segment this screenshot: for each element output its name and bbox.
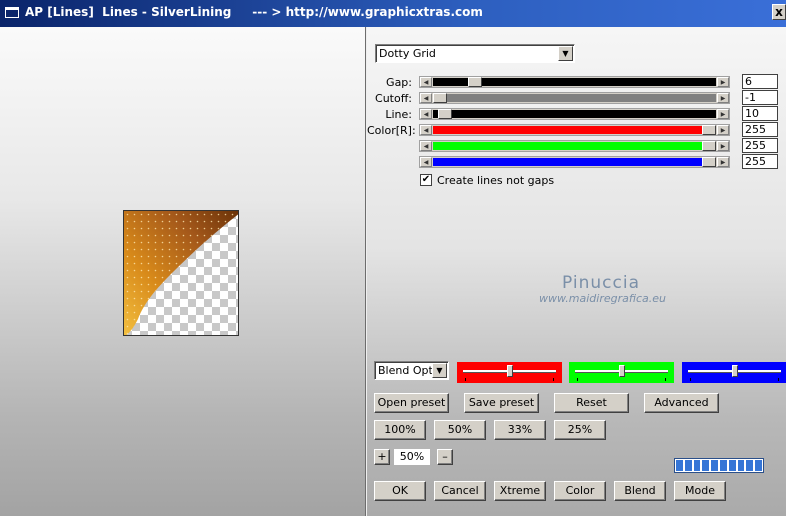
scroll-right-icon[interactable]: ▶ <box>717 77 729 87</box>
ok-button[interactable]: OK <box>374 481 426 501</box>
slider-knob[interactable] <box>438 109 452 119</box>
slider-label-line: Line: <box>385 108 412 121</box>
slider-fill <box>433 158 716 166</box>
slider-blue[interactable]: ◀ ▶ <box>419 156 730 168</box>
controls-panel: Dotty Grid ▼ Gap: ◀ ▶ 6 Cutoff: ◀ ▶ -1 Line: ◀ ▶ 10… <box>367 27 786 516</box>
slider-value-blue[interactable]: 255 <box>742 154 778 169</box>
slider-knob[interactable] <box>702 141 716 151</box>
progress-segment <box>746 460 754 471</box>
close-button[interactable]: x <box>772 4 786 20</box>
slider-value-cutoff[interactable]: -1 <box>742 90 778 105</box>
slider-fill <box>433 142 716 150</box>
slider-label-cutoff: Cutoff: <box>375 92 412 105</box>
slider-knob[interactable] <box>433 93 447 103</box>
tick-mark <box>553 378 554 381</box>
progress-segment <box>737 460 745 471</box>
blend-options-dropdown[interactable]: Blend Optio ▼ <box>374 361 449 380</box>
chevron-down-icon[interactable]: ▼ <box>432 363 447 378</box>
progress-segment <box>711 460 718 471</box>
window-title: AP [Lines] Lines - SilverLining --- > ht… <box>25 5 483 19</box>
scroll-left-icon[interactable]: ◀ <box>420 109 432 119</box>
progress-segment <box>702 460 710 471</box>
zoom-in-button[interactable]: + <box>374 449 390 465</box>
scroll-left-icon[interactable]: ◀ <box>420 77 432 87</box>
slider-fill <box>433 110 716 118</box>
scroll-left-icon[interactable]: ◀ <box>420 93 432 103</box>
tick-mark <box>577 378 578 381</box>
progress-segment <box>728 460 736 471</box>
slider-line[interactable]: ◀ ▶ <box>419 108 730 120</box>
slider-label-red: Color[R]: <box>367 124 416 137</box>
scroll-right-icon[interactable]: ▶ <box>717 93 729 103</box>
color-slider-knob[interactable] <box>507 365 513 377</box>
color-slider-1[interactable] <box>569 362 674 383</box>
scroll-right-icon[interactable]: ▶ <box>717 125 729 135</box>
color-slider-knob[interactable] <box>619 365 625 377</box>
slider-value-red[interactable]: 255 <box>742 122 778 137</box>
slider-green[interactable]: ◀ ▶ <box>419 140 730 152</box>
color-slider-0[interactable] <box>457 362 562 383</box>
xtreme-button[interactable]: Xtreme <box>494 481 546 501</box>
blend-options-value: Blend Optio <box>378 364 434 377</box>
scroll-right-icon[interactable]: ▶ <box>717 109 729 119</box>
scroll-left-icon[interactable]: ◀ <box>420 141 432 151</box>
reset-button[interactable]: Reset <box>554 393 629 413</box>
slider-fill <box>433 94 716 102</box>
open-preset-button[interactable]: Open preset <box>374 393 449 413</box>
scroll-left-icon[interactable]: ◀ <box>420 157 432 167</box>
blend-button[interactable]: Blend <box>614 481 666 501</box>
cancel-button[interactable]: Cancel <box>434 481 486 501</box>
slider-value-line[interactable]: 10 <box>742 106 778 121</box>
progress-segment <box>755 460 762 471</box>
progress-bar <box>674 458 764 473</box>
zoom-100-button[interactable]: 100% <box>374 420 426 440</box>
zoom-out-button[interactable]: – <box>437 449 453 465</box>
progress-segment <box>684 460 692 471</box>
tick-mark <box>778 378 779 381</box>
zoom-33-button[interactable]: 33% <box>494 420 546 440</box>
progress-segment <box>719 460 727 471</box>
create-lines-checkbox[interactable]: ✔ <box>420 174 432 186</box>
slider-knob[interactable] <box>702 125 716 135</box>
slider-value-gap[interactable]: 6 <box>742 74 778 89</box>
watermark-name: Pinuccia <box>562 273 640 293</box>
watermark-url: www.maidiregrafica.eu <box>539 292 666 305</box>
color-slider-knob[interactable] <box>732 365 738 377</box>
color-button[interactable]: Color <box>554 481 606 501</box>
preset-dropdown-value: Dotty Grid <box>379 47 436 60</box>
slider-value-green[interactable]: 255 <box>742 138 778 153</box>
scroll-right-icon[interactable]: ▶ <box>717 141 729 151</box>
color-slider-2[interactable] <box>682 362 786 383</box>
chevron-down-icon[interactable]: ▼ <box>558 46 573 61</box>
scroll-right-icon[interactable]: ▶ <box>717 157 729 167</box>
progress-segment <box>676 460 683 471</box>
mode-button[interactable]: Mode <box>674 481 726 501</box>
preview-image <box>123 210 239 336</box>
tick-mark <box>690 378 691 381</box>
tick-mark <box>665 378 666 381</box>
preview-panel <box>0 27 365 516</box>
window-icon <box>5 7 19 18</box>
slider-knob[interactable] <box>702 157 716 167</box>
slider-cutoff[interactable]: ◀ ▶ <box>419 92 730 104</box>
scroll-left-icon[interactable]: ◀ <box>420 125 432 135</box>
advanced-button[interactable]: Advanced <box>644 393 719 413</box>
zoom-field[interactable]: 50% <box>394 449 430 465</box>
slider-fill <box>433 126 716 134</box>
zoom-50-button[interactable]: 50% <box>434 420 486 440</box>
slider-gap[interactable]: ◀ ▶ <box>419 76 730 88</box>
slider-knob[interactable] <box>468 77 482 87</box>
progress-segment <box>693 460 701 471</box>
zoom-25-button[interactable]: 25% <box>554 420 606 440</box>
slider-red[interactable]: ◀ ▶ <box>419 124 730 136</box>
title-bar: AP [Lines] Lines - SilverLining --- > ht… <box>0 0 786 27</box>
save-preset-button[interactable]: Save preset <box>464 393 539 413</box>
preset-dropdown[interactable]: Dotty Grid ▼ <box>375 44 575 63</box>
create-lines-label: Create lines not gaps <box>437 174 555 187</box>
tick-mark <box>465 378 466 381</box>
slider-label-gap: Gap: <box>386 76 412 89</box>
